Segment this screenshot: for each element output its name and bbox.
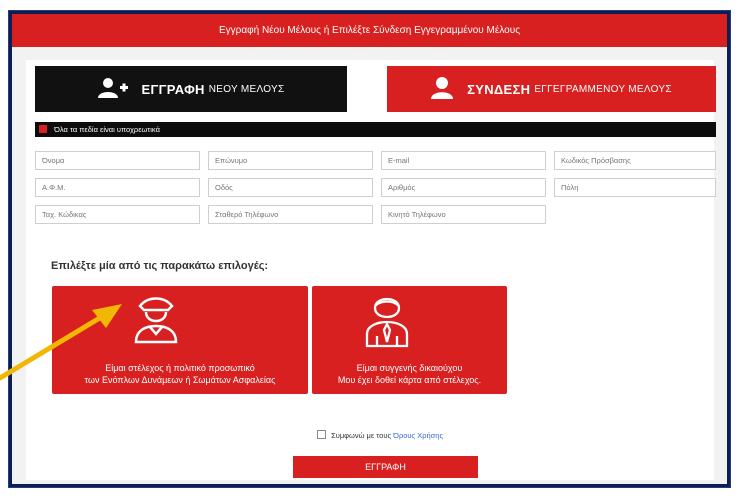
email-field[interactable]	[381, 151, 546, 170]
tab-login-rest: ΕΓΓΕΓΡΑΜΜΕΝΟΥ ΜΕΛΟΥΣ	[534, 83, 672, 95]
registration-panel: ΕΓΓΡΑΦΗ ΝΕΟΥ ΜΕΛΟΥΣ ΣΥΝΔΕΣΗ ΕΓΓΕΓΡΑΜΜΕΝΟ…	[26, 60, 716, 480]
password-field[interactable]	[554, 151, 716, 170]
postal-code-field[interactable]	[35, 205, 200, 224]
tab-login-bold: ΣΥΝΔΕΣΗ	[467, 81, 531, 97]
tab-register-rest: ΝΕΟΥ ΜΕΛΟΥΣ	[208, 83, 285, 95]
afm-field[interactable]	[35, 178, 200, 197]
page-title: Εγγραφή Νέου Μέλους ή Επιλέξτε Σύνδεση Ε…	[218, 25, 521, 36]
terms-checkbox[interactable]	[317, 430, 326, 439]
number-field[interactable]	[381, 178, 546, 197]
required-note: Όλα τα πεδία είναι υποχρεωτικά	[54, 125, 160, 134]
register-submit-label: ΕΓΓΡΑΦΗ	[365, 462, 406, 472]
surname-field[interactable]	[208, 151, 373, 170]
terms-link[interactable]: Όρους Χρήσης	[393, 431, 443, 440]
required-fields-bar: Όλα τα πεδία είναι υποχρεωτικά	[35, 122, 716, 137]
required-marker-icon	[39, 125, 47, 133]
add-user-icon	[97, 77, 128, 102]
city-field[interactable]	[554, 178, 716, 197]
name-field[interactable]	[35, 151, 200, 170]
tab-login[interactable]: ΣΥΝΔΕΣΗ ΕΓΓΕΓΡΑΜΜΕΝΟΥ ΜΕΛΟΥΣ	[387, 66, 716, 112]
options-prompt: Επιλέξτε μία από τις παρακάτω επιλογές:	[51, 260, 269, 272]
landline-field[interactable]	[208, 205, 373, 224]
option-relative-line1: Είμαι συγγενής δικαιούχου	[356, 363, 463, 373]
register-submit-button[interactable]: ΕΓΓΡΑΦΗ	[293, 456, 478, 478]
pointer-arrow-icon	[0, 304, 122, 381]
page-frame: Εγγραφή Νέου Μέλους ή Επιλέξτε Σύνδεση Ε…	[9, 11, 730, 487]
user-icon	[431, 76, 454, 103]
page-header: Εγγραφή Νέου Μέλους ή Επιλέξτε Σύνδεση Ε…	[12, 14, 727, 47]
tab-register[interactable]: ΕΓΓΡΑΦΗ ΝΕΟΥ ΜΕΛΟΥΣ	[35, 66, 347, 112]
mobile-field[interactable]	[381, 205, 546, 224]
terms-prefix: Συμφωνώ με τους	[331, 431, 392, 440]
terms-row[interactable]: Συμφωνώ με τους Όρους Χρήσης	[317, 430, 443, 440]
option-relative[interactable]: Είμαι συγγενής δικαιούχου Μου έχει δοθεί…	[312, 286, 507, 394]
address-field[interactable]	[208, 178, 373, 197]
option-relative-line2: Μου έχει δοθεί κάρτα από στέλεχος.	[337, 375, 482, 385]
tab-register-bold: ΕΓΓΡΑΦΗ	[141, 81, 205, 97]
